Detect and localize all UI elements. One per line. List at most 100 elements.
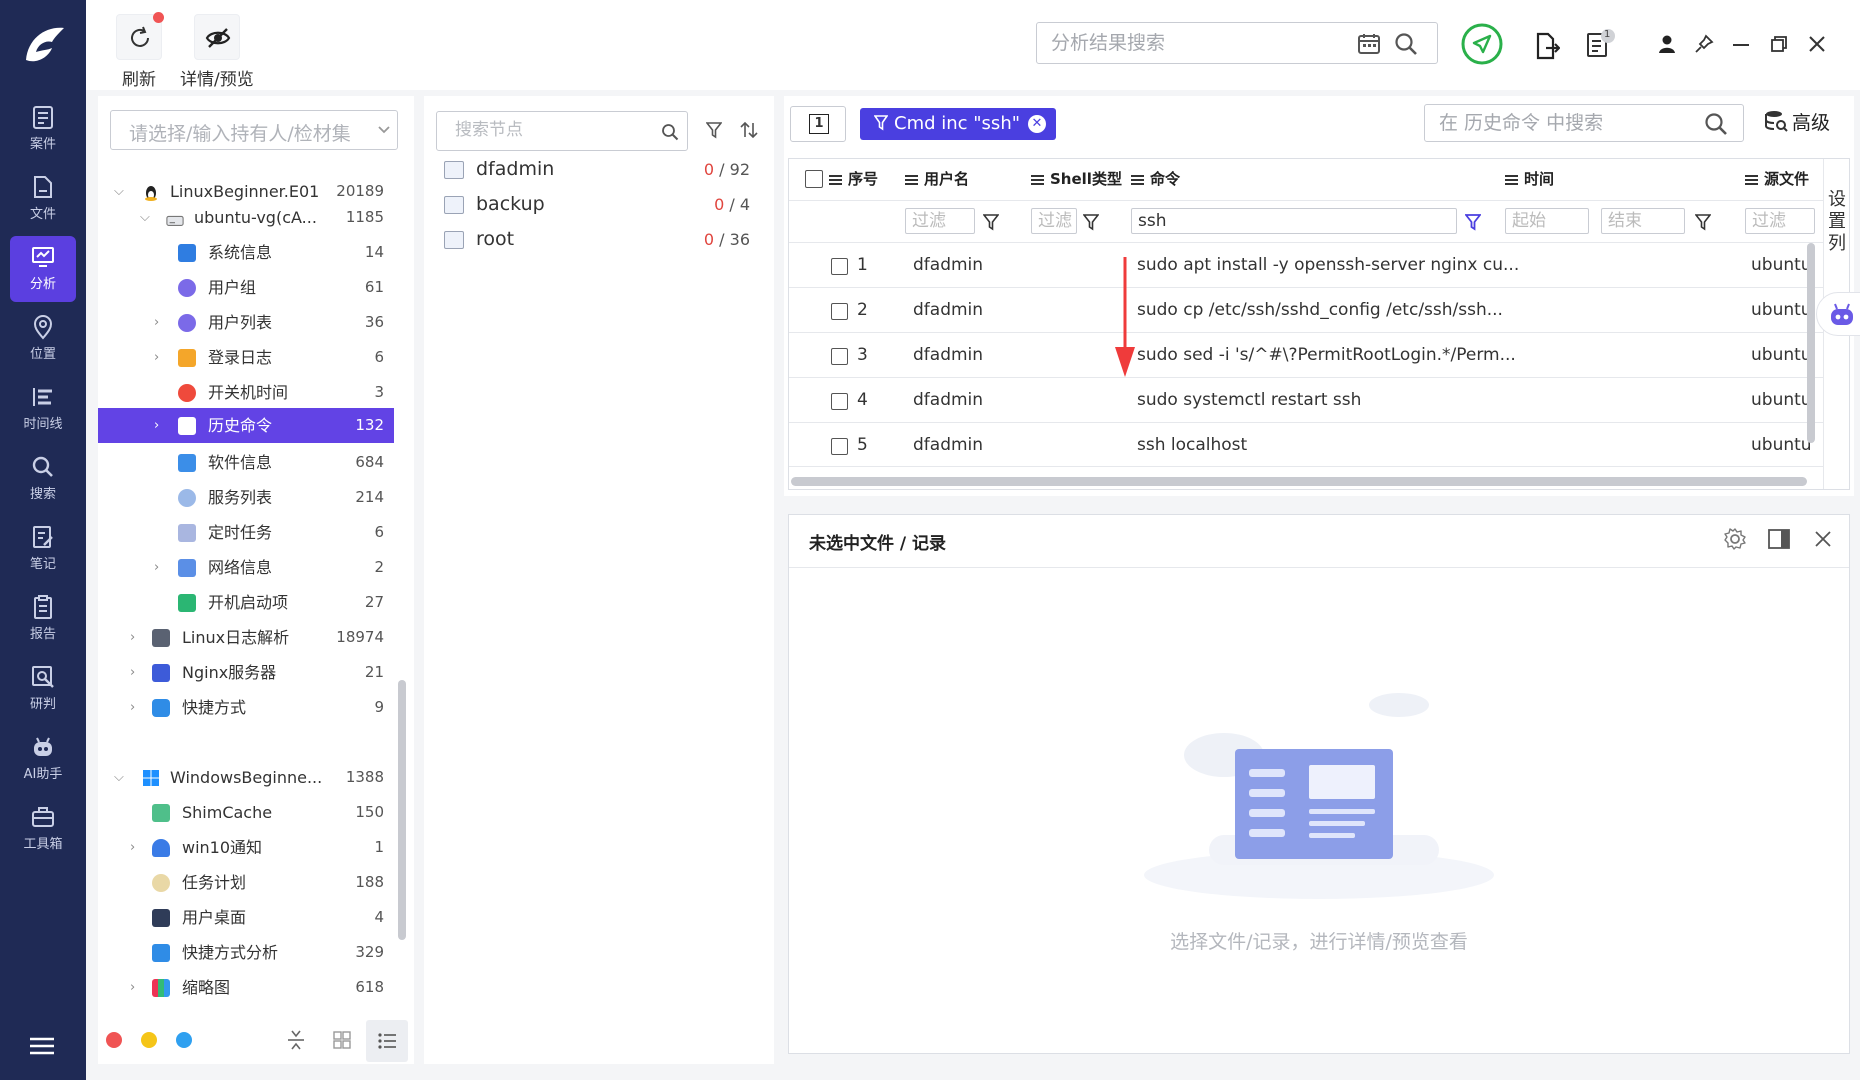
tree-scrollbar[interactable] [398, 680, 406, 940]
settings-gear-icon[interactable] [1723, 527, 1747, 551]
filter-time-start-input[interactable]: 起始 [1505, 208, 1589, 234]
page-indicator[interactable]: 1 [790, 106, 846, 142]
column-header-seq[interactable]: 序号 [829, 167, 878, 191]
tree-node-startup-items[interactable]: 开机启动项 27 [98, 585, 394, 620]
user-icon[interactable] [1658, 34, 1676, 54]
table-row[interactable]: 3 dfadmin sudo sed -i 's/^#\?PermitRootL… [789, 332, 1829, 377]
tree-node-thumbnails[interactable]: › 缩略图 618 [98, 970, 394, 1005]
filter-cmd-input[interactable]: ssh [1131, 208, 1457, 234]
search-icon[interactable] [661, 123, 679, 141]
column-header-shell[interactable]: Shell类型 [1031, 167, 1122, 191]
blue-dot-icon[interactable] [176, 1032, 192, 1048]
filter-chip[interactable]: Cmd inc "ssh" ✕ [860, 108, 1056, 140]
nav-item-file[interactable]: 文件 [10, 166, 76, 232]
filter-chip-remove-icon[interactable]: ✕ [1028, 115, 1046, 133]
global-search-input[interactable] [1051, 31, 1351, 55]
table-row[interactable]: 2 dfadmin sudo cp /etc/ssh/sshd_config /… [789, 287, 1829, 332]
column-header-src[interactable]: 源文件 [1745, 167, 1809, 191]
red-dot-icon[interactable] [106, 1032, 122, 1048]
row-checkbox[interactable] [831, 348, 848, 365]
close-window-icon[interactable] [1808, 35, 1826, 53]
advanced-search-button[interactable]: 高级 [1764, 108, 1830, 138]
nav-item-analysis[interactable]: 分析 [10, 236, 76, 302]
tree-node-scheduled-tasks[interactable]: 定时任务 6 [98, 515, 394, 550]
row-checkbox[interactable] [831, 393, 848, 410]
nav-item-case[interactable]: 案件 [10, 96, 76, 162]
table-row[interactable]: 5 dfadmin ssh localhost ubuntu [789, 422, 1829, 467]
nav-item-search[interactable]: 搜索 [10, 446, 76, 512]
tree-node-windowsbeginner[interactable]: ⌵ WindowsBeginne... 1388 [98, 760, 394, 795]
minimize-icon[interactable] [1732, 43, 1750, 47]
row-checkbox[interactable] [831, 258, 848, 275]
tree-node-shimcache[interactable]: ShimCache 150 [98, 795, 394, 830]
tree-node-shortcuts[interactable]: › 快捷方式 9 [98, 690, 394, 725]
tree-node-software-info[interactable]: 软件信息 684 [98, 445, 394, 480]
tree-node-user-desktop[interactable]: 用户桌面 4 [98, 900, 394, 935]
filter-active-icon[interactable] [1465, 213, 1481, 231]
row-checkbox[interactable] [831, 438, 848, 455]
nav-item-ai[interactable]: AI助手 [10, 726, 76, 792]
vertical-scrollbar[interactable] [1807, 243, 1815, 443]
nav-item-toolbox[interactable]: 工具箱 [10, 796, 76, 862]
tree-node-win10-notify[interactable]: › win10通知 1 [98, 830, 394, 865]
calendar-icon[interactable] [1357, 32, 1381, 56]
row-checkbox[interactable] [831, 303, 848, 320]
tree-node-linux-log-parse[interactable]: › Linux日志解析 18974 [98, 620, 394, 655]
sort-icon[interactable] [740, 120, 758, 140]
task-list-icon[interactable]: 1 [1586, 28, 1616, 60]
tree-node-power-time[interactable]: 开关机时间 3 [98, 375, 394, 410]
column-header-cmd[interactable]: 命令 [1131, 167, 1180, 191]
tree-node-login-log[interactable]: › 登录日志 6 [98, 340, 394, 375]
tree-node-shortcut-analysis[interactable]: 快捷方式分析 329 [98, 935, 394, 970]
node-search-input[interactable] [455, 120, 645, 140]
filter-time-end-input[interactable]: 结束 [1601, 208, 1685, 234]
tree-node-system-info[interactable]: 系统信息 14 [98, 235, 394, 270]
horizontal-scrollbar[interactable] [791, 477, 1807, 486]
column-header-time[interactable]: 时间 [1505, 167, 1554, 191]
node-filter-icon[interactable] [706, 121, 722, 139]
collapse-all-icon[interactable] [286, 1028, 306, 1052]
node-item-backup[interactable]: backup 0 / 4 [440, 187, 750, 222]
pin-icon[interactable] [1694, 34, 1714, 54]
nav-item-judge[interactable]: 研判 [10, 656, 76, 722]
tree-node-ubuntu-vg[interactable]: ⌵ ubuntu-vg(cA... 1185 [98, 200, 394, 235]
tree-node-user-list[interactable]: › 用户列表 36 [98, 305, 394, 340]
node-item-root[interactable]: root 0 / 36 [440, 222, 750, 257]
filter-shell-input[interactable]: 过滤 [1031, 208, 1077, 234]
case-select-dropdown[interactable]: 请选择/输入持有人/检材集 [110, 110, 398, 150]
select-all-checkbox[interactable] [805, 170, 823, 188]
table-row[interactable]: 4 dfadmin sudo systemctl restart ssh ubu… [789, 377, 1829, 422]
ai-assistant-float-button[interactable] [1816, 292, 1860, 336]
filter-icon[interactable] [1695, 213, 1711, 231]
tree-node-service-list[interactable]: 服务列表 214 [98, 480, 394, 515]
node-item-dfadmin[interactable]: dfadmin 0 / 92 [440, 152, 750, 187]
search-icon[interactable] [1703, 111, 1729, 137]
table-row[interactable]: 1 dfadmin sudo apt install -y openssh-se… [789, 242, 1829, 287]
tree-node-history-commands[interactable]: › 历史命令 132 [98, 408, 394, 443]
column-header-user[interactable]: 用户名 [905, 167, 969, 191]
close-panel-icon[interactable] [1813, 529, 1833, 549]
filter-user-input[interactable]: 过滤 [905, 208, 975, 234]
filter-icon[interactable] [983, 213, 999, 231]
tree-node-network-info[interactable]: › 网络信息 2 [98, 550, 394, 585]
export-icon[interactable] [1534, 32, 1560, 60]
send-status-icon[interactable] [1460, 22, 1504, 66]
yellow-dot-icon[interactable] [141, 1032, 157, 1048]
hamburger-menu-icon[interactable] [28, 1036, 56, 1056]
nav-item-timeline[interactable]: 时间线 [10, 376, 76, 442]
refresh-button[interactable]: 刷新 [116, 12, 164, 90]
filter-icon[interactable] [1083, 213, 1099, 231]
grid-view-icon[interactable] [332, 1030, 352, 1050]
tree-node-nginx-server[interactable]: › Nginx服务器 21 [98, 655, 394, 690]
nav-item-notes[interactable]: 笔记 [10, 516, 76, 582]
history-search-input[interactable] [1439, 112, 1689, 134]
tree-node-task-schedule[interactable]: 任务计划 188 [98, 865, 394, 900]
split-panel-icon[interactable] [1767, 527, 1791, 551]
list-view-button[interactable] [366, 1020, 408, 1062]
nav-item-report[interactable]: 报告 [10, 586, 76, 652]
search-icon[interactable] [1393, 31, 1419, 57]
tree-node-user-group[interactable]: 用户组 61 [98, 270, 394, 305]
detail-preview-button[interactable]: 详情/预览 [180, 14, 254, 90]
restore-icon[interactable] [1770, 35, 1788, 53]
filter-src-input[interactable]: 过滤 [1745, 208, 1815, 234]
